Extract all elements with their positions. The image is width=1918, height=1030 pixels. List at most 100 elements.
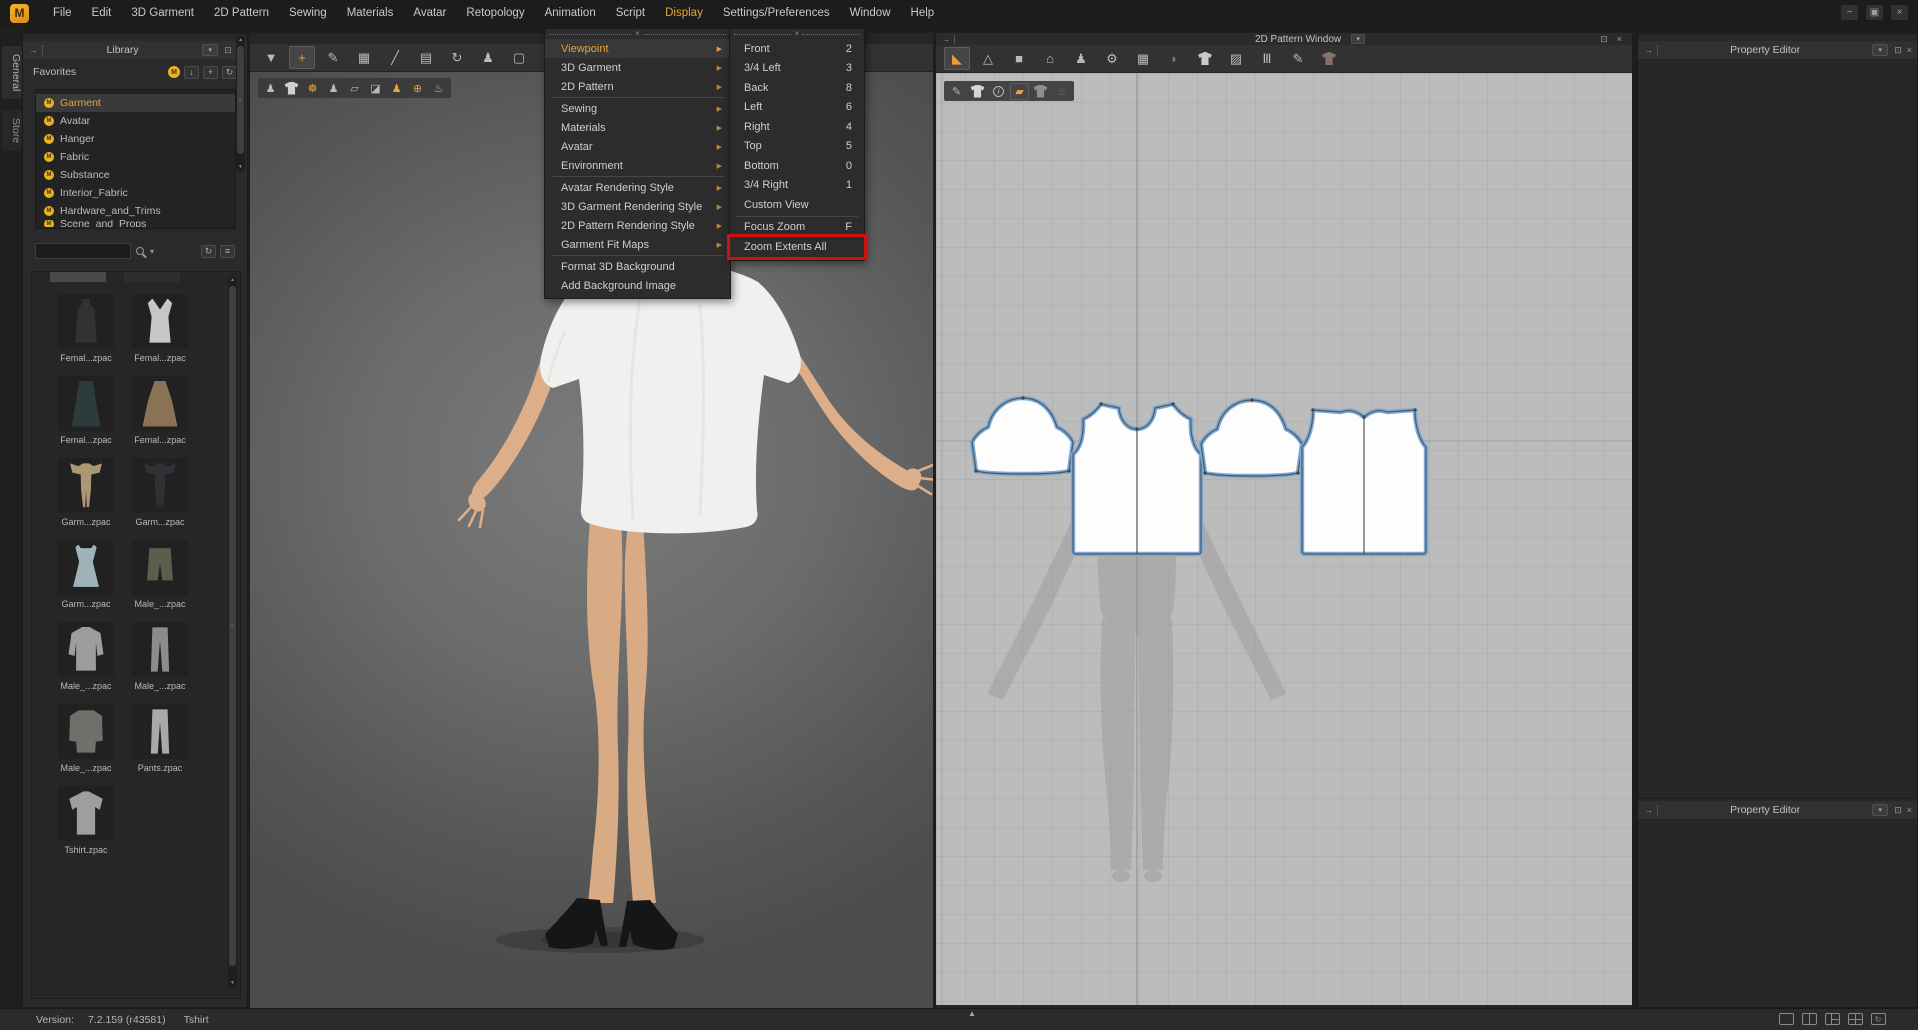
tab-store[interactable]: Store [2,110,22,151]
seam-allowance-tool[interactable]: ▦ [1130,47,1156,70]
menubar-item[interactable]: Materials [337,2,404,24]
viewpoint-menu-item[interactable]: Right 4 [730,117,864,137]
search-options-caret-icon[interactable]: ▾ [150,247,154,256]
trace-tool[interactable]: ♟ [1068,47,1094,70]
menubar-item[interactable]: Edit [82,2,122,24]
rectangle-tool[interactable]: ■ [1006,47,1032,70]
viewpoint-menu-item[interactable]: Back 8 [730,78,864,98]
layout-two-pane-icon[interactable] [1801,1012,1817,1025]
steam-brush-icon[interactable]: ♨ [429,80,448,97]
minimize-icon[interactable]: − [1841,5,1858,20]
display-menu-item[interactable]: Viewpoint ▶ [545,39,730,58]
add-favorite-icon[interactable]: + [203,66,218,79]
list-view-icon[interactable]: ≡ [220,245,235,258]
viewpoint-menu-item[interactable]: Front 2 [730,39,864,59]
steam-icon[interactable]: ♨ [1052,83,1071,100]
favorites-item[interactable]: M Fabric [36,148,235,166]
pattern-window-popout-icon[interactable]: ⊡ [1600,34,1608,45]
property-editor-close-icon[interactable]: × [1907,45,1912,55]
menubar-item[interactable]: File [43,2,82,24]
viewpoint-menu-item[interactable]: Left 6 [730,98,864,118]
select-garment-tool[interactable] [1192,47,1218,70]
favorites-scrollbar[interactable]: ▲ ≡ ▼ [236,36,245,172]
show-arrangement-points-icon[interactable]: ♟ [324,80,343,97]
viewpoint-menu-item[interactable]: Top 5 [730,137,864,157]
scroll-down-icon[interactable]: ▼ [236,163,245,172]
favorites-item[interactable]: M Substance [36,166,235,184]
show-3d-garment-icon[interactable] [1316,47,1342,70]
edit-texture-tool[interactable]: ▨ [1223,47,1249,70]
show-pins-icon[interactable]: ☸ [303,80,322,97]
menubar-item[interactable]: Window [840,2,901,24]
viewpoint-menu-item[interactable]: 3/4 Right 1 [730,176,864,196]
favorites-item[interactable]: M Avatar [36,112,235,130]
favorites-item[interactable]: M Interior_Fabric [36,184,235,202]
pattern-piece-sleeve-right[interactable] [1201,398,1302,476]
library-item[interactable]: Femal...zpac [132,376,188,445]
display-menu-item[interactable]: Format 3D Background [545,257,730,276]
layout-reset-icon[interactable]: ↻ [1870,1012,1886,1025]
tab-general[interactable]: General [2,46,22,99]
display-menu-item[interactable]: 3D Garment Rendering Style ▶ [545,197,730,216]
search-input[interactable] [35,243,131,259]
refresh-library-icon[interactable]: ↻ [201,245,216,258]
layout-single-icon[interactable] [1778,1012,1794,1025]
property-editor-close-icon[interactable]: × [1907,805,1912,815]
polygon-tool[interactable]: ⌂ [1037,47,1063,70]
layout-grid-icon[interactable] [1847,1012,1863,1025]
display-menu-item[interactable]: Materials ▶ [545,118,730,137]
scroll-up-icon[interactable]: ▲ [228,276,237,285]
viewpoint-menu-item[interactable]: Custom View [730,195,864,215]
panel-collapse-icon[interactable]: → [29,45,43,55]
library-item[interactable]: Tshirt.zpac [58,786,114,855]
menubar-item[interactable]: 2D Pattern [204,2,279,24]
pattern-piece-back-bodice[interactable] [1302,408,1426,554]
transform-pattern-tool[interactable]: ◣ [944,47,970,70]
show-fabric-icon[interactable]: ▱ [345,80,364,97]
menubar-item[interactable]: Settings/Preferences [713,2,840,24]
restore-icon[interactable]: ▣ [1866,5,1883,20]
favorites-item[interactable]: M Garment [36,94,235,112]
display-menu-item[interactable]: Environment ▶ [545,156,730,175]
menubar-item[interactable]: Sewing [279,2,337,24]
scrollbar-thumb[interactable]: ≡ [237,46,244,154]
show-pressure-points-icon[interactable]: ♟ [387,80,406,97]
property-editor-popout-icon[interactable]: ⊡ [1894,45,1902,56]
panel-collapse-icon[interactable]: → [1644,45,1658,55]
download-icon[interactable]: ↓ [184,66,199,79]
menubar-item[interactable]: Help [901,2,945,24]
menubar-item[interactable]: Avatar [403,2,456,24]
show-fold-icon[interactable]: ◪ [366,80,385,97]
show-avatar-icon[interactable]: ♟ [261,80,280,97]
favorites-item[interactable]: M Hardware_and_Trims [36,202,235,220]
library-item[interactable]: Pants.zpac [132,704,188,773]
display-menu-item[interactable]: Garment Fit Maps ▶ [545,235,730,254]
expand-panel-icon[interactable]: ▲ [968,1009,976,1018]
pin-garment-icon[interactable] [968,83,987,100]
property-editor-caret-icon[interactable]: ▾ [1872,44,1888,56]
pleats-tool[interactable]: Ⅲ [1254,47,1280,70]
show-garment-icon[interactable] [282,80,301,97]
library-item[interactable]: Femal...zpac [132,294,188,363]
property-editor-caret-icon[interactable]: ▾ [1872,804,1888,816]
property-editor-popout-icon[interactable]: ⊡ [1894,805,1902,816]
display-menu-item[interactable]: Add Background Image [545,276,730,295]
library-item[interactable]: Male_...zpac [58,704,114,773]
viewpoint-menu-item[interactable]: 3/4 Left 3 [730,59,864,79]
library-item[interactable]: Male_...zpac [58,622,114,691]
display-menu-item[interactable]: Avatar ▶ [545,137,730,156]
layout-three-pane-icon[interactable] [1824,1012,1840,1025]
display-menu-item[interactable]: 3D Garment ▶ [545,58,730,77]
scroll-up-icon[interactable]: ▲ [236,36,245,45]
pattern-piece-sleeve-left[interactable] [972,396,1073,474]
library-menu-caret-icon[interactable]: ▾ [202,44,218,56]
viewpoint-menu-item[interactable]: Bottom 0 [730,156,864,176]
clipped-thumbnail-label[interactable] [50,272,106,282]
locked-garment-icon[interactable] [1031,83,1050,100]
canvas-2d[interactable]: ✎ i ▰ [936,73,1632,1005]
segment-sewing-tool[interactable]: ⚙ [1099,47,1125,70]
menu-tearoff[interactable]: × [730,29,864,39]
clipped-thumbnail-label[interactable] [124,272,180,282]
display-menu-item[interactable]: Sewing ▶ [545,99,730,118]
display-menu-item[interactable]: 2D Pattern ▶ [545,77,730,96]
